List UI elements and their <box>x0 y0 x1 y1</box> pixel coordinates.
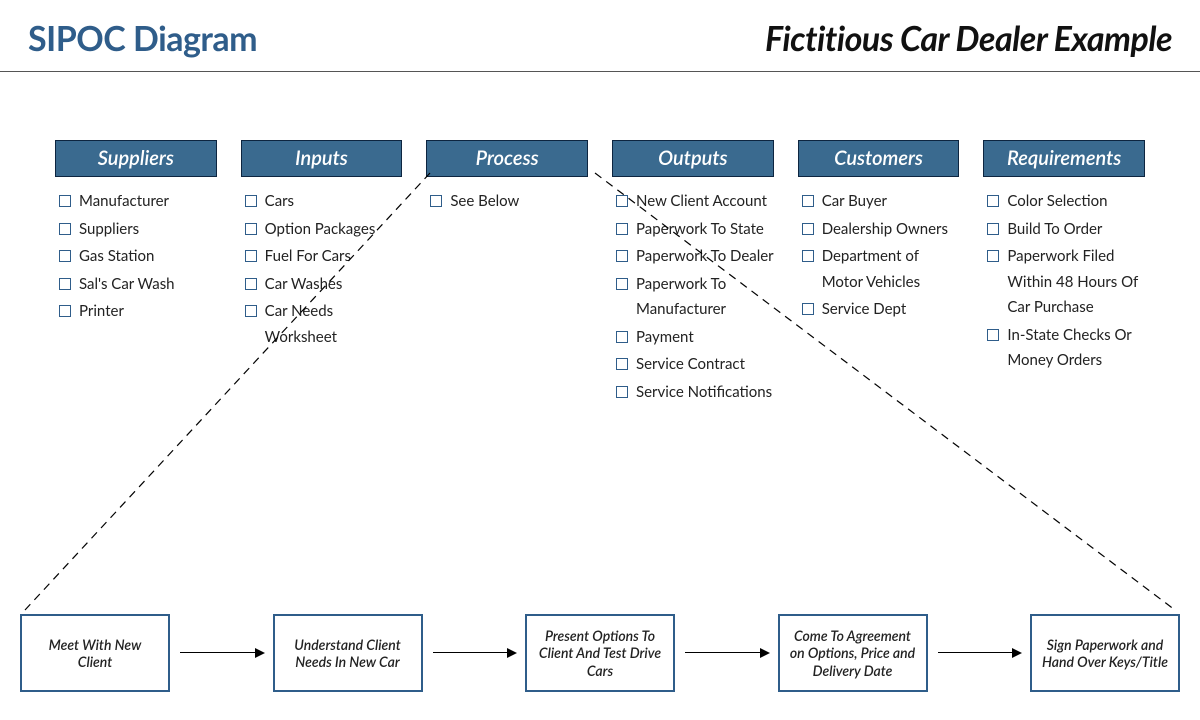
col-head-customers: Customers <box>798 140 960 177</box>
col-outputs: Outputs New Client Account Paperwork To … <box>612 140 774 407</box>
list-item: Department of Motor Vehicles <box>798 244 960 295</box>
list-item: Paperwork To Manufacturer <box>612 272 774 323</box>
list-item: In-State Checks Or Money Orders <box>983 323 1145 374</box>
list-item: Service Notifications <box>612 380 774 406</box>
col-head-inputs: Inputs <box>241 140 403 177</box>
list-item: Fuel For Cars <box>241 244 403 270</box>
list-suppliers: Manufacturer Suppliers Gas Station Sal's… <box>55 189 217 325</box>
list-item: Option Packages <box>241 217 403 243</box>
list-item: Manufacturer <box>55 189 217 215</box>
col-head-requirements: Requirements <box>983 140 1145 177</box>
list-item: Car Buyer <box>798 189 960 215</box>
sipoc-columns: Suppliers Manufacturer Suppliers Gas Sta… <box>0 140 1200 407</box>
col-customers: Customers Car Buyer Dealership Owners De… <box>798 140 960 407</box>
list-process: See Below <box>426 189 588 215</box>
process-step: Sign Paperwork and Hand Over Keys/Title <box>1030 614 1180 692</box>
process-step: Present Options To Client And Test Drive… <box>525 614 675 692</box>
list-item: Service Contract <box>612 352 774 378</box>
list-item: Service Dept <box>798 297 960 323</box>
diagram-subtitle: Fictitious Car Dealer Example <box>765 18 1172 59</box>
list-item: Build To Order <box>983 217 1145 243</box>
list-item: Paperwork To Dealer <box>612 244 774 270</box>
process-step: Meet With New Client <box>20 614 170 692</box>
list-item: Sal's Car Wash <box>55 272 217 298</box>
process-flow: Meet With New Client Understand Client N… <box>0 614 1200 692</box>
arrow-icon <box>176 652 267 654</box>
arrow-icon <box>934 652 1025 654</box>
arrow-icon <box>429 652 520 654</box>
header: SIPOC Diagram Fictitious Car Dealer Exam… <box>0 0 1200 72</box>
list-item: Paperwork Filed Within 48 Hours Of Car P… <box>983 244 1145 321</box>
list-customers: Car Buyer Dealership Owners Department o… <box>798 189 960 323</box>
col-head-process: Process <box>426 140 588 177</box>
list-item: Suppliers <box>55 217 217 243</box>
list-item: New Client Account <box>612 189 774 215</box>
col-process: Process See Below <box>426 140 588 407</box>
process-step: Understand Client Needs In New Car <box>273 614 423 692</box>
list-item: Payment <box>612 325 774 351</box>
list-item: Dealership Owners <box>798 217 960 243</box>
list-outputs: New Client Account Paperwork To State Pa… <box>612 189 774 405</box>
list-inputs: Cars Option Packages Fuel For Cars Car W… <box>241 189 403 350</box>
list-item: Car Needs Worksheet <box>241 299 403 350</box>
list-requirements: Color Selection Build To Order Paperwork… <box>983 189 1145 374</box>
diagram-title: SIPOC Diagram <box>28 18 257 59</box>
col-requirements: Requirements Color Selection Build To Or… <box>983 140 1145 407</box>
list-item: Cars <box>241 189 403 215</box>
arrow-icon <box>681 652 772 654</box>
list-item: Color Selection <box>983 189 1145 215</box>
list-item: Car Washes <box>241 272 403 298</box>
list-item: Paperwork To State <box>612 217 774 243</box>
process-step: Come To Agreement on Options, Price and … <box>778 614 928 692</box>
col-suppliers: Suppliers Manufacturer Suppliers Gas Sta… <box>55 140 217 407</box>
col-head-suppliers: Suppliers <box>55 140 217 177</box>
col-head-outputs: Outputs <box>612 140 774 177</box>
list-item: Gas Station <box>55 244 217 270</box>
list-item: See Below <box>426 189 588 215</box>
col-inputs: Inputs Cars Option Packages Fuel For Car… <box>241 140 403 407</box>
list-item: Printer <box>55 299 217 325</box>
